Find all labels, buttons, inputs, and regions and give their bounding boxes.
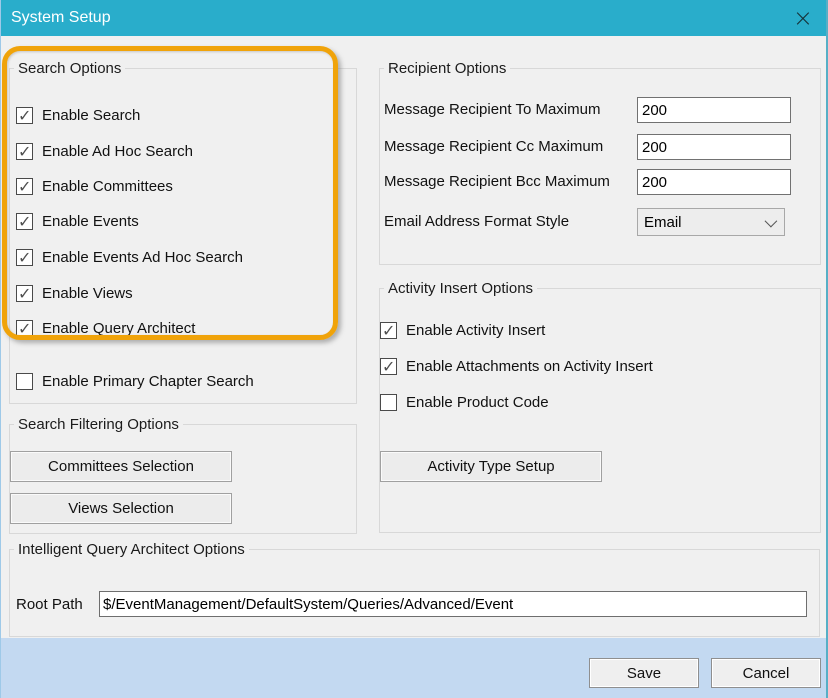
enable-product-code-checkbox[interactable] [380, 394, 397, 411]
query-architect-title: Intelligent Query Architect Options [14, 541, 249, 558]
enable-primary-chapter-search-checkbox[interactable] [16, 373, 33, 390]
enable-views-checkbox[interactable] [16, 285, 33, 302]
checkbox-row-activity-insert[interactable]: Enable Activity Insert [380, 320, 545, 340]
checkbox-row-enable-views[interactable]: Enable Views [16, 283, 133, 303]
enable-attachments-checkbox[interactable] [380, 358, 397, 375]
checkbox-row-attachments-activity-insert[interactable]: Enable Attachments on Activity Insert [380, 356, 653, 376]
titlebar: System Setup × [1, 0, 828, 36]
activity-insert-group: Activity Insert Options Enable Activity … [379, 288, 821, 533]
search-options-group: Search Options Enable Search Enable Ad H… [9, 68, 357, 404]
root-path-label: Root Path [16, 596, 83, 613]
enable-events-adhoc-checkbox[interactable] [16, 249, 33, 266]
query-architect-group: Intelligent Query Architect Options Root… [9, 549, 820, 637]
enable-adhoc-search-checkbox[interactable] [16, 143, 33, 160]
checkbox-label: Enable Ad Hoc Search [42, 143, 193, 160]
checkbox-row-primary-chapter-search[interactable]: Enable Primary Chapter Search [16, 371, 254, 391]
checkbox-label: Enable Committees [42, 178, 173, 195]
checkbox-label: Enable Query Architect [42, 320, 195, 337]
checkbox-row-enable-events-adhoc[interactable]: Enable Events Ad Hoc Search [16, 247, 243, 267]
system-setup-dialog: System Setup × Search Options Enable Sea… [0, 0, 828, 698]
recipient-cc-row: Message Recipient Cc Maximum [384, 134, 818, 160]
checkbox-row-enable-query-architect[interactable]: Enable Query Architect [16, 318, 195, 338]
enable-activity-insert-checkbox[interactable] [380, 322, 397, 339]
search-options-title: Search Options [14, 60, 125, 77]
cancel-button[interactable]: Cancel [711, 658, 821, 688]
recipient-bcc-label: Message Recipient Bcc Maximum [384, 173, 610, 190]
checkbox-row-product-code[interactable]: Enable Product Code [380, 392, 549, 412]
enable-events-checkbox[interactable] [16, 213, 33, 230]
recipient-cc-max-input[interactable] [637, 134, 791, 160]
root-path-input[interactable] [99, 591, 807, 617]
search-filtering-group: Search Filtering Options Committees Sele… [9, 424, 357, 534]
footer-bar: Save Cancel [1, 638, 828, 698]
recipient-options-title: Recipient Options [384, 60, 510, 77]
email-format-row: Email Address Format Style Email [384, 208, 818, 236]
checkbox-label: Enable Events [42, 213, 139, 230]
activity-insert-title: Activity Insert Options [384, 280, 537, 297]
chevron-down-icon [765, 214, 778, 227]
checkbox-label: Enable Search [42, 107, 140, 124]
enable-search-checkbox[interactable] [16, 107, 33, 124]
recipient-to-label: Message Recipient To Maximum [384, 101, 600, 118]
checkbox-label: Enable Primary Chapter Search [42, 373, 254, 390]
checkbox-row-enable-events[interactable]: Enable Events [16, 211, 139, 231]
email-format-value: Email [644, 214, 682, 231]
recipient-bcc-row: Message Recipient Bcc Maximum [384, 169, 818, 195]
checkbox-row-enable-committees[interactable]: Enable Committees [16, 176, 173, 196]
checkbox-label: Enable Product Code [406, 394, 549, 411]
save-button[interactable]: Save [589, 658, 699, 688]
checkbox-row-enable-search[interactable]: Enable Search [16, 105, 140, 125]
checkbox-label: Enable Events Ad Hoc Search [42, 249, 243, 266]
committees-selection-button[interactable]: Committees Selection [10, 451, 232, 482]
enable-query-architect-checkbox[interactable] [16, 320, 33, 337]
checkbox-label: Enable Views [42, 285, 133, 302]
activity-type-setup-button[interactable]: Activity Type Setup [380, 451, 602, 482]
email-format-dropdown[interactable]: Email [637, 208, 785, 236]
close-icon[interactable]: × [789, 8, 817, 28]
recipient-to-max-input[interactable] [637, 97, 791, 123]
recipient-to-row: Message Recipient To Maximum [384, 97, 818, 123]
search-filtering-title: Search Filtering Options [14, 416, 183, 433]
checkbox-label: Enable Activity Insert [406, 322, 545, 339]
recipient-cc-label: Message Recipient Cc Maximum [384, 138, 603, 155]
recipient-options-group: Recipient Options Message Recipient To M… [379, 68, 821, 265]
email-format-label: Email Address Format Style [384, 213, 569, 230]
checkbox-label: Enable Attachments on Activity Insert [406, 358, 653, 375]
views-selection-button[interactable]: Views Selection [10, 493, 232, 524]
enable-committees-checkbox[interactable] [16, 178, 33, 195]
recipient-bcc-max-input[interactable] [637, 169, 791, 195]
window-title: System Setup [11, 9, 111, 27]
checkbox-row-enable-adhoc-search[interactable]: Enable Ad Hoc Search [16, 141, 193, 161]
